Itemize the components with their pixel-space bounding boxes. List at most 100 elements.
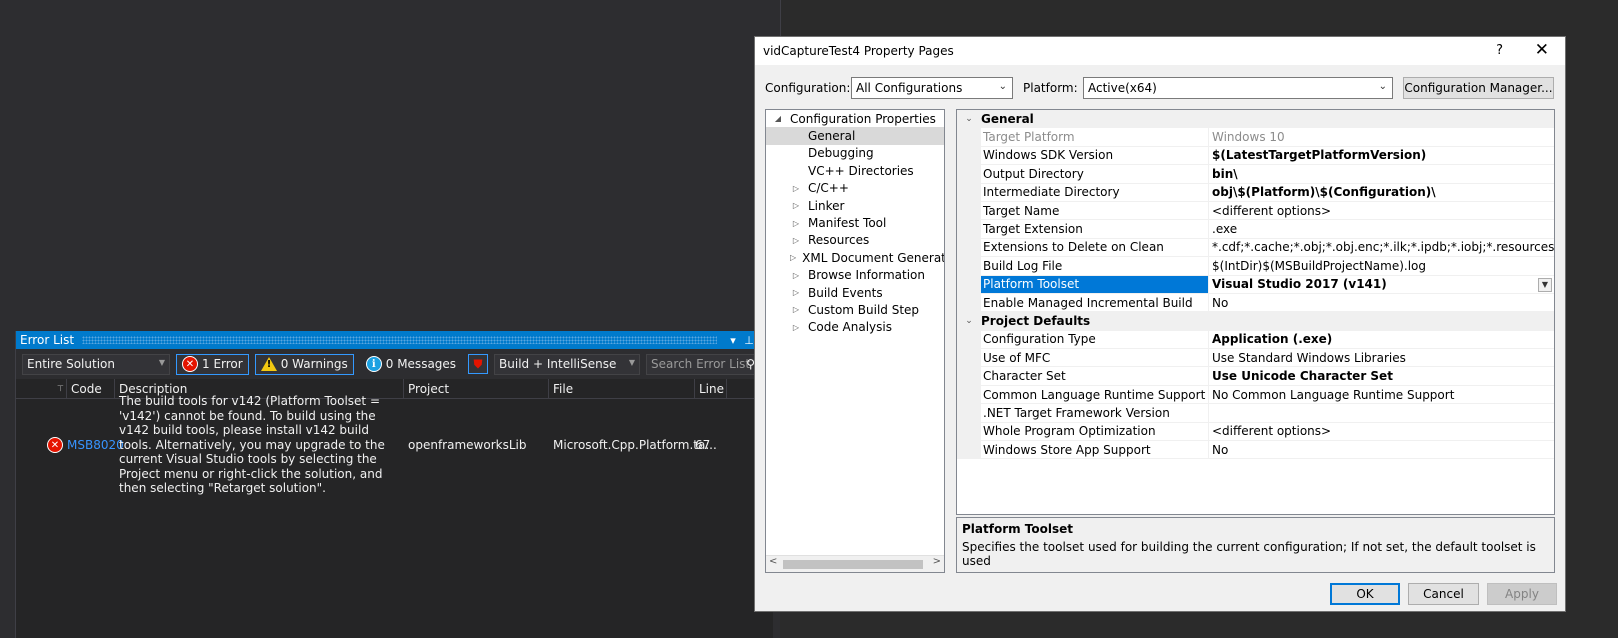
messages-filter-button[interactable]: i 0 Messages [360, 354, 462, 375]
property-name[interactable]: Enable Managed Incremental Build [981, 293, 1209, 313]
property-value[interactable] [1209, 404, 1554, 423]
expand-icon[interactable]: ▷ [790, 323, 802, 332]
property-name[interactable]: Whole Program Optimization [981, 422, 1209, 442]
ok-button[interactable]: OK [1330, 583, 1400, 605]
expand-icon[interactable]: ▷ [790, 184, 802, 193]
col-file[interactable]: File [549, 378, 695, 399]
property-row-configuration-type[interactable]: Configuration Type Application (.exe) [957, 330, 1554, 350]
property-name[interactable]: Use of MFC [981, 349, 1209, 368]
tree-horizontal-scrollbar[interactable]: < > [766, 555, 944, 572]
property-row-enable-managed-incremental-build[interactable]: Enable Managed Incremental Build No [957, 293, 1554, 313]
property-value[interactable]: No [1209, 441, 1554, 460]
property-name[interactable]: Output Directory [981, 165, 1209, 184]
property-name[interactable]: Target Extension [981, 220, 1209, 239]
property-name[interactable]: Windows Store App Support [981, 441, 1209, 460]
cancel-button[interactable]: Cancel [1408, 583, 1479, 605]
property-row-build-log-file[interactable]: Build Log File $(IntDir)$(MSBuildProjectN… [957, 257, 1554, 276]
property-name[interactable]: Extensions to Delete on Clean [981, 238, 1209, 258]
property-name[interactable]: .NET Target Framework Version [981, 404, 1209, 423]
property-name[interactable]: Intermediate Directory [981, 183, 1209, 202]
tree-item-resources[interactable]: ▷ Resources [766, 232, 944, 249]
property-value[interactable]: obj\$(Platform)\$(Configuration)\ [1209, 184, 1554, 202]
property-value[interactable]: $(LatestTargetPlatformVersion) [1209, 147, 1554, 166]
property-row-extensions-to-delete-on-clean[interactable]: Extensions to Delete on Clean *.cdf;*.cac… [957, 238, 1554, 258]
tree-item-custom-build-step[interactable]: ▷ Custom Build Step [766, 301, 944, 318]
property-name[interactable]: Target Platform [981, 128, 1209, 147]
error-row[interactable]: ✕ MSB8020 The build tools for v142 (Plat… [16, 394, 773, 495]
expand-icon[interactable]: ▷ [790, 288, 802, 297]
scroll-left-icon[interactable]: < [769, 556, 777, 567]
property-name[interactable]: Common Language Runtime Support [981, 385, 1209, 405]
collapse-icon[interactable]: ⌄ [957, 114, 981, 124]
property-value[interactable]: $(IntDir)$(MSBuildProjectName).log [1209, 257, 1554, 276]
error-list-titlebar[interactable]: Error List ▾ ⊥ ✕ [16, 331, 773, 349]
collapse-icon[interactable]: ⌄ [957, 316, 981, 326]
property-value[interactable]: *.cdf;*.cache;*.obj;*.obj.enc;*.ilk;*.ip… [1209, 239, 1554, 258]
chevron-down-icon[interactable]: ▼ [1538, 277, 1552, 292]
property-row-windows-store-app-support[interactable]: Windows Store App Support No [957, 441, 1554, 460]
configuration-dropdown[interactable]: All Configurations ⌄ [851, 77, 1013, 99]
property-row-common-language-runtime-support[interactable]: Common Language Runtime Support No Common… [957, 385, 1554, 405]
tree-root[interactable]: ◢ Configuration Properties [766, 110, 944, 127]
property-value[interactable]: Windows 10 [1209, 128, 1554, 147]
property-name[interactable]: Platform Toolset [981, 275, 1209, 294]
scroll-right-icon[interactable]: > [933, 556, 941, 567]
window-menu-icon[interactable]: ▾ [725, 334, 741, 347]
platform-dropdown[interactable]: Active(x64) ⌄ [1083, 77, 1393, 99]
collapse-icon[interactable]: ◢ [772, 114, 784, 123]
clear-filter-icon[interactable]: ⛊ [468, 354, 489, 374]
warnings-filter-button[interactable]: ! 0 Warnings [254, 353, 354, 375]
tree-item-c-c[interactable]: ▷ C/C++ [766, 180, 944, 197]
tree-item-browse-information[interactable]: ▷ Browse Information [766, 267, 944, 284]
property-value[interactable]: <different options> [1209, 423, 1554, 442]
category-general[interactable]: ⌄ General [957, 110, 1554, 129]
property-value[interactable]: .exe [1209, 220, 1554, 239]
configuration-manager-button[interactable]: Configuration Manager... [1403, 77, 1554, 99]
property-row-net-target-framework-version[interactable]: .NET Target Framework Version [957, 404, 1554, 423]
expand-icon[interactable]: ▷ [790, 219, 802, 228]
tree-item-code-analysis[interactable]: ▷ Code Analysis [766, 319, 944, 336]
property-row-windows-sdk-version[interactable]: Windows SDK Version $(LatestTargetPlatfor… [957, 146, 1554, 166]
tree-item-general[interactable]: General [766, 127, 944, 145]
property-row-output-directory[interactable]: Output Directory bin\ [957, 165, 1554, 184]
category-project-defaults[interactable]: ⌄ Project Defaults [957, 312, 1554, 331]
property-name[interactable]: Target Name [981, 201, 1209, 221]
col-severity[interactable] [16, 379, 44, 399]
tree-item-xml-document-generator[interactable]: ▷ XML Document Generator [766, 249, 944, 266]
expand-icon[interactable]: ▷ [790, 236, 802, 245]
col-code[interactable]: Code [67, 378, 115, 399]
scope-dropdown[interactable]: Entire Solution ▼ [22, 353, 170, 375]
build-filter-dropdown[interactable]: Build + IntelliSense ▼ [494, 353, 641, 375]
property-value[interactable]: No [1209, 294, 1554, 313]
col-project[interactable]: Project [404, 378, 549, 399]
property-row-intermediate-directory[interactable]: Intermediate Directory obj\$(Platform)\$(… [957, 183, 1554, 202]
property-row-use-of-mfc[interactable]: Use of MFC Use Standard Windows Libraries [957, 349, 1554, 368]
property-name[interactable]: Windows SDK Version [981, 146, 1209, 166]
error-code-link[interactable]: MSB8020 [67, 438, 124, 452]
tree-item-build-events[interactable]: ▷ Build Events [766, 284, 944, 301]
expand-icon[interactable]: ▷ [790, 271, 802, 280]
property-row-target-platform[interactable]: Target Platform Windows 10 [957, 128, 1554, 147]
tree-item-debugging[interactable]: Debugging [766, 145, 944, 162]
property-row-whole-program-optimization[interactable]: Whole Program Optimization <different opt… [957, 422, 1554, 442]
close-icon[interactable]: ✕ [1535, 40, 1549, 60]
property-value[interactable]: No Common Language Runtime Support [1209, 386, 1554, 405]
property-value[interactable]: Use Standard Windows Libraries [1209, 349, 1554, 368]
col-line[interactable]: Line [695, 378, 727, 399]
errors-filter-button[interactable]: ✕ 1 Error [176, 353, 249, 375]
property-name[interactable]: Character Set [981, 367, 1209, 386]
property-value[interactable]: bin\ [1209, 165, 1554, 184]
property-value[interactable]: <different options> [1209, 202, 1554, 221]
search-input[interactable]: Search Error List ⚲▾ [646, 353, 767, 375]
dialog-titlebar[interactable]: vidCaptureTest4 Property Pages ? ✕ [755, 37, 1565, 65]
property-row-character-set[interactable]: Character Set Use Unicode Character Set [957, 367, 1554, 386]
property-row-target-name[interactable]: Target Name <different options> [957, 201, 1554, 221]
help-icon[interactable]: ? [1496, 43, 1503, 58]
property-value[interactable]: Use Unicode Character Set [1209, 367, 1554, 386]
tree-item-manifest-tool[interactable]: ▷ Manifest Tool [766, 214, 944, 231]
scroll-thumb[interactable] [783, 560, 923, 569]
apply-button[interactable]: Apply [1487, 583, 1557, 605]
sort-icon[interactable]: ⊤ [44, 378, 67, 399]
tree-item-linker[interactable]: ▷ Linker [766, 197, 944, 214]
property-row-platform-toolset[interactable]: Platform Toolset Visual Studio 2017 (v141… [957, 275, 1554, 294]
